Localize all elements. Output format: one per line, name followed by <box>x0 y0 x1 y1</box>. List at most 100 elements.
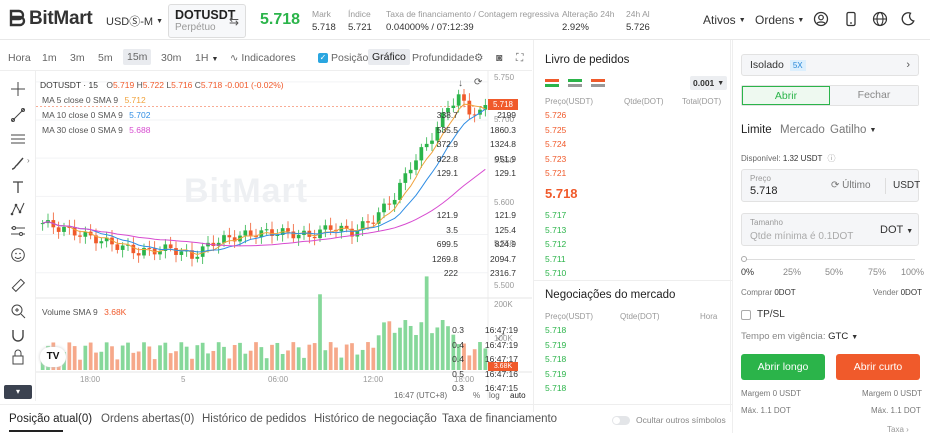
interval-1h[interactable]: 1H ▼ <box>195 52 218 64</box>
volume-bar <box>259 347 264 370</box>
order-price: 5.726 <box>545 110 567 120</box>
symbol-selector[interactable]: DOTUSDT Perpétuo ⇆ <box>168 4 246 38</box>
tif-value: GTC <box>828 331 849 342</box>
time-in-force[interactable]: Tempo em vigência: GTC ▼ <box>741 331 858 342</box>
pattern-icon[interactable] <box>10 201 26 217</box>
emoji-icon[interactable] <box>10 247 26 263</box>
size-input[interactable]: Qtde mínima é 0.1DOT <box>750 231 853 242</box>
ruler-icon[interactable] <box>10 277 26 293</box>
order-type-trigger[interactable]: Gatilho ▼ <box>830 124 876 136</box>
margin-long: Margem 0 USDT <box>741 389 802 398</box>
ma5-legend: MA 5 close 0 SMA 9 5.712 <box>42 95 146 105</box>
last-price-button[interactable]: ⟳ Último <box>831 180 871 191</box>
drawing-toolbar: › ▾ <box>0 71 36 401</box>
candle-body <box>264 229 269 231</box>
brush-icon[interactable] <box>10 155 26 171</box>
volume-bar <box>174 351 178 370</box>
tab-open-orders[interactable]: Ordens abertas(0) <box>101 413 194 425</box>
market-type-select[interactable]: USDⓈ-M ▼ <box>106 13 163 29</box>
interval-30m[interactable]: 30m <box>161 52 181 64</box>
interval-15m[interactable]: 15m <box>123 49 152 65</box>
margin-mode-select[interactable]: Isolado 5X › <box>741 54 919 76</box>
settings-icon[interactable]: ⚙ <box>474 52 483 64</box>
tpsl-checkbox[interactable]: TP/SL <box>741 309 785 320</box>
volume-bar <box>216 342 221 370</box>
interval-5m[interactable]: 5m <box>98 52 113 64</box>
indicators-button[interactable]: ∿ Indicadores <box>230 52 296 64</box>
ma5-value: 5.712 <box>124 95 146 105</box>
market-type-label: USDⓈ-M <box>106 16 154 28</box>
info-icon[interactable]: ⓘ <box>827 154 835 163</box>
order-type-limit[interactable]: Limite <box>741 124 772 136</box>
magnet-icon[interactable] <box>10 327 26 343</box>
globe-icon[interactable] <box>872 11 888 27</box>
candle-body <box>115 244 120 250</box>
interval-1m[interactable]: 1m <box>42 52 57 64</box>
user-icon[interactable] <box>813 11 829 27</box>
orderbook-bids-icon[interactable] <box>568 78 582 88</box>
measure-icon[interactable] <box>10 223 26 239</box>
volume-bar <box>78 359 82 370</box>
close-tab[interactable]: Fechar <box>830 86 918 105</box>
text-icon[interactable] <box>10 179 26 195</box>
depth-view-button[interactable]: Profundidade <box>412 52 474 64</box>
fullscreen-icon[interactable]: ⛶ <box>516 52 523 65</box>
lock-icon[interactable] <box>10 349 26 365</box>
open-long-button[interactable]: Abrir longo <box>741 354 825 380</box>
slider-mark[interactable]: 25% <box>783 267 801 277</box>
price-input[interactable]: 5.718 <box>750 185 778 197</box>
slider-mark[interactable]: 100% <box>901 267 924 277</box>
horizontal-lines-icon[interactable] <box>10 131 26 147</box>
interval-hora[interactable]: Hora <box>8 52 31 64</box>
open-short-button[interactable]: Abrir curto <box>836 354 920 380</box>
order-type-market[interactable]: Mercado <box>780 124 825 136</box>
volume-value: 3.68K <box>104 307 127 317</box>
orderbook-asks-icon[interactable] <box>591 78 605 88</box>
position-toggle[interactable]: ✓ Posição <box>318 52 368 64</box>
order-total: 121.9 <box>494 210 516 220</box>
slider-mark[interactable]: 0% <box>741 267 754 277</box>
stat-label: 24h Al <box>626 9 650 19</box>
volume-bar <box>152 359 157 370</box>
dark-mode-icon[interactable] <box>900 11 916 27</box>
arrow-down-icon[interactable]: ↓ <box>458 78 463 89</box>
tab-trade-history[interactable]: Histórico de negociação <box>314 413 437 425</box>
nav-assets[interactable]: Ativos ▼ <box>703 13 746 27</box>
tab-positions[interactable]: Posição atual(0) <box>9 413 92 425</box>
sell-amount: Vender 0DOT <box>873 288 922 297</box>
camera-icon[interactable]: ◙ <box>496 52 502 64</box>
slider-handle[interactable] <box>741 256 747 262</box>
download-app-icon[interactable] <box>843 11 859 27</box>
slider-mark[interactable]: 50% <box>825 267 843 277</box>
trade-price: 5.718 <box>545 325 567 335</box>
zoom-in-icon[interactable] <box>10 303 26 319</box>
hide-other-symbols-toggle[interactable]: Ocultar outros símbolos <box>612 415 726 425</box>
collapse-tools-button[interactable]: ▾ <box>4 385 32 399</box>
orderbook-both-icon[interactable] <box>545 78 559 88</box>
volume-bar <box>184 346 189 370</box>
price-field[interactable]: Preço 5.718 ⟳ Último USDT <box>741 169 920 202</box>
volume-bar <box>94 352 98 370</box>
chart-view-button[interactable]: Gráfico <box>368 49 410 65</box>
volume-bar <box>243 353 248 370</box>
volume-bar <box>467 355 472 370</box>
percent-toggle[interactable]: % <box>473 391 480 400</box>
tab-order-history[interactable]: Histórico de pedidos <box>202 413 306 425</box>
chevron-right-icon[interactable]: › <box>27 156 30 165</box>
size-field[interactable]: Tamanho Qtde mínima é 0.1DOT DOT ▼ <box>741 213 919 246</box>
open-tab[interactable]: Abrir <box>742 86 830 105</box>
precision-select[interactable]: 0.001 ▼ <box>690 76 728 90</box>
interval-1h-label: 1H <box>195 52 209 64</box>
brand-logo[interactable]: BitMart <box>8 8 93 30</box>
nav-orders[interactable]: Ordens ▼ <box>755 13 804 27</box>
size-slider[interactable] <box>743 259 915 260</box>
crosshair-icon[interactable] <box>10 81 26 97</box>
tab-funding-rate[interactable]: Taxa de financiamento <box>442 413 557 425</box>
slider-mark[interactable]: 75% <box>868 267 886 277</box>
interval-3m[interactable]: 3m <box>70 52 85 64</box>
trend-line-icon[interactable] <box>10 107 26 123</box>
size-unit-select[interactable]: DOT ▼ <box>880 224 913 236</box>
candle-body <box>147 247 152 249</box>
refresh-icon[interactable]: ⟳ <box>474 77 482 88</box>
stat-high-24h: 24h Al 5.726 <box>626 9 650 33</box>
